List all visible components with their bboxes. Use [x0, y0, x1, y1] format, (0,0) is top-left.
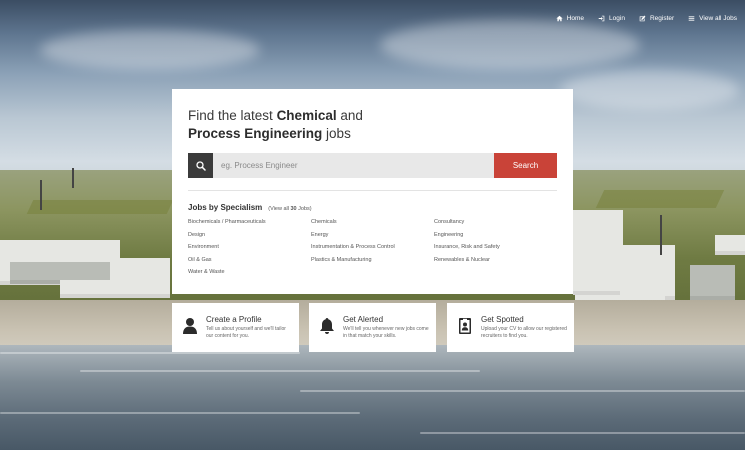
specialism-link[interactable]: Insurance, Risk and Safety [434, 244, 557, 251]
headline-text: Find the latest [188, 108, 277, 123]
headline-bold: Chemical [276, 108, 337, 123]
building [690, 265, 735, 300]
wave [0, 412, 360, 414]
home-icon [556, 15, 563, 22]
login-icon [598, 15, 605, 22]
wave [0, 352, 300, 354]
specialism-list: Biochemicals / Pharmaceuticals Chemicals… [188, 219, 557, 276]
feature-text: Get Spotted Upload your CV to allow our … [481, 315, 568, 339]
feature-text: Get Alerted We'll tell you whenever new … [343, 315, 430, 339]
building [60, 280, 170, 298]
specialism-link[interactable]: Environment [188, 244, 311, 251]
wave [300, 390, 745, 392]
specialism-link[interactable]: Design [188, 232, 311, 239]
headline-bold: Process Engineering [188, 126, 323, 141]
divider [188, 190, 557, 191]
field [595, 190, 725, 208]
building [620, 245, 675, 300]
feature-icon [457, 315, 473, 337]
list-icon [688, 16, 695, 21]
page-title: Find the latest Chemical and Process Eng… [188, 107, 557, 143]
headline-text: jobs [322, 126, 351, 141]
search-bar: Search [188, 153, 557, 178]
edit-icon [639, 15, 646, 22]
search-icon-box [188, 153, 213, 178]
search-icon [195, 160, 206, 171]
specialism-link[interactable]: Engineering [434, 232, 557, 239]
specialism-link[interactable]: Plastics & Manufacturing [311, 257, 434, 264]
specialism-header: Jobs by Specialism (View all 30 Jobs) [188, 203, 557, 212]
building [715, 235, 745, 255]
nav-login-label: Login [609, 15, 625, 22]
specialism-link[interactable]: Oil & Gas [188, 257, 311, 264]
building [573, 210, 623, 295]
feature-title: Get Spotted [481, 315, 524, 324]
feature-icon [319, 315, 335, 337]
search-button[interactable]: Search [494, 153, 557, 178]
feature-icon [182, 315, 198, 337]
specialism-link[interactable]: Biochemicals / Pharmaceuticals [188, 219, 311, 226]
view-all-jobs-link[interactable]: (View all 30 Jobs) [268, 206, 311, 212]
feature-title: Get Alerted [343, 315, 384, 324]
id-badge-icon [459, 318, 471, 334]
specialism-link[interactable]: Water & Waste [188, 269, 311, 276]
feature-description: Tell us about yourself and we'll tailor … [206, 326, 286, 339]
cloud [560, 70, 740, 110]
user-icon [183, 318, 197, 334]
feature-title: Create a Profile [206, 315, 262, 324]
nav-register[interactable]: Register [639, 15, 674, 22]
sea [0, 345, 745, 450]
view-all-text: (View all [268, 206, 291, 212]
specialism-title: Jobs by Specialism [188, 203, 263, 212]
top-nav: Home Login Register View all Jobs [556, 15, 737, 22]
field [26, 200, 174, 214]
nav-view-all-jobs[interactable]: View all Jobs [688, 15, 737, 22]
feature-get-spotted[interactable]: Get Spotted Upload your CV to allow our … [447, 303, 574, 352]
feature-description: Upload your CV to allow our registered r… [481, 326, 567, 339]
view-all-text: Jobs) [296, 206, 312, 212]
specialism-link[interactable]: Consultancy [434, 219, 557, 226]
search-card: Find the latest Chemical and Process Eng… [172, 89, 573, 294]
specialism-link[interactable]: Instrumentation & Process Control [311, 244, 434, 251]
pylon [40, 180, 42, 210]
pylon [660, 215, 662, 255]
nav-view-all-jobs-label: View all Jobs [699, 15, 737, 22]
cloud [380, 20, 640, 70]
feature-get-alerted[interactable]: Get Alerted We'll tell you whenever new … [309, 303, 436, 352]
specialism-link[interactable]: Energy [311, 232, 434, 239]
feature-text: Create a Profile Tell us about yourself … [206, 315, 293, 339]
cloud [40, 30, 260, 70]
headline-text: and [336, 108, 363, 123]
feature-description: We'll tell you whenever new jobs come in… [343, 326, 429, 339]
search-input[interactable] [213, 153, 494, 178]
nav-home[interactable]: Home [556, 15, 584, 22]
bell-icon [320, 318, 334, 334]
nav-register-label: Register [649, 15, 675, 22]
wave [80, 370, 480, 372]
feature-create-profile[interactable]: Create a Profile Tell us about yourself … [172, 303, 299, 352]
specialism-link[interactable]: Chemicals [311, 219, 434, 226]
specialism-link[interactable]: Renewables & Nuclear [434, 257, 557, 264]
nav-login[interactable]: Login [598, 15, 625, 22]
wave [420, 432, 745, 434]
nav-home-label: Home [566, 15, 585, 22]
pylon [72, 168, 74, 188]
